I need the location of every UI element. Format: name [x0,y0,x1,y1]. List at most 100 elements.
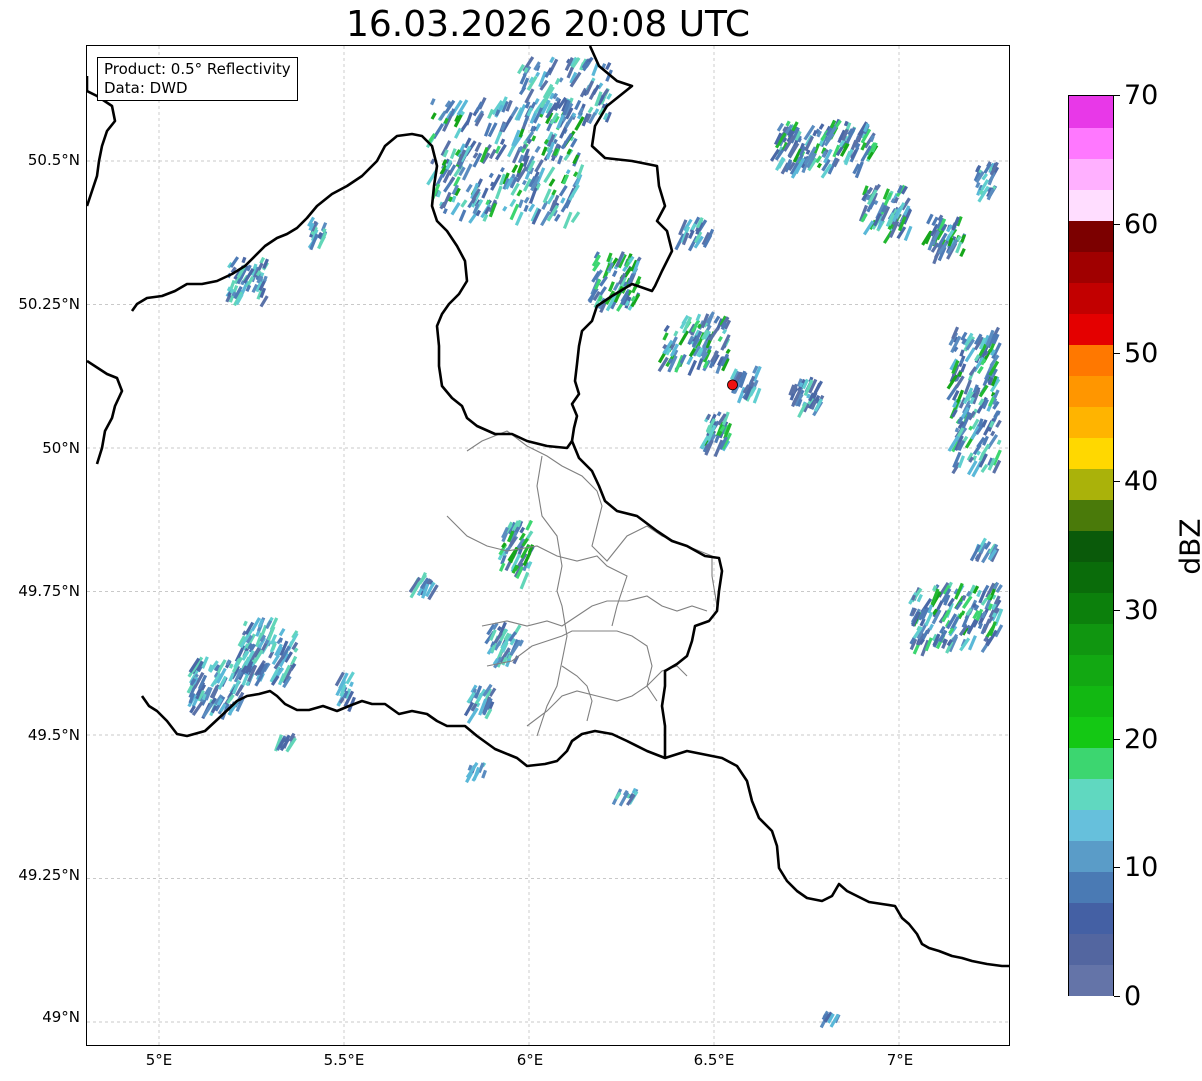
colorbar-segment [1069,933,1113,965]
radar-site-marker[interactable] [727,379,738,391]
country-borders [87,46,1009,968]
echo-cell [502,205,508,212]
lat-label: 49.75°N [18,582,80,600]
echo-cell [725,348,731,355]
colorbar-segment [1069,747,1113,779]
colorbar-segment [1069,158,1113,190]
echo-cell [614,791,622,800]
colorbar [1068,95,1114,996]
echo-cell [517,199,524,209]
echo-cell [262,275,268,282]
echo-cell [960,234,967,243]
colorbar-segment [1069,251,1113,283]
colorbar-segment [1069,964,1113,996]
district-border [536,455,568,737]
colorbar-segment [1069,654,1113,686]
echo-cell [494,185,503,200]
echo-cell [717,336,723,343]
colorbar-tick-mark [1114,739,1120,740]
echo-cell [995,419,1002,428]
colorbar-segment [1069,592,1113,624]
echo-cell [278,628,286,637]
echo-cell [259,256,266,265]
district-border [446,515,628,627]
lon-label: 5°E [145,1051,173,1069]
echo-cell [548,178,556,187]
colorbar-segment [1069,716,1113,748]
colorbar-segment [1069,840,1113,872]
map-title: 16.03.2026 20:08 UTC [345,4,751,45]
echo-cell [481,769,488,779]
colorbar-tick-mark [1114,610,1120,611]
colorbar-tick: 30 [1124,595,1159,626]
echo-cell [465,183,473,193]
lon-label: 7°E [886,1051,914,1069]
colorbar-segment [1069,623,1113,655]
echo-cell [611,270,618,278]
echo-cell [587,106,594,114]
echo-cell [442,208,448,215]
colorbar-segment [1069,375,1113,407]
district-border [481,595,708,627]
echo-cell [816,162,822,169]
echo-cell [686,355,694,366]
echo-cell [696,358,704,371]
france-belgium-border [87,359,124,465]
echo-cell [959,248,966,258]
echo-cell [241,256,247,264]
echo-cell [461,163,473,181]
colorbar-segment [1069,344,1113,376]
echo-cell [229,256,240,269]
echo-cell [673,330,679,337]
echo-cell [459,119,470,133]
lon-label: 6.5°E [693,1051,735,1069]
echo-cell [716,411,722,417]
echo-cell [967,635,977,651]
echo-cell [498,562,506,572]
radar-site-layer [727,379,738,391]
colorbar-segment [1069,127,1113,159]
echo-cell [978,384,989,398]
colorbar-segment [1069,685,1113,717]
echo-cell [663,324,670,333]
echo-cell [688,229,695,240]
colorbar-segment [1069,468,1113,500]
echo-cell [720,334,731,351]
echo-cell [516,189,523,197]
echo-cell [662,332,669,341]
france-germany-border [664,749,1009,968]
echo-cell [454,127,462,139]
echo-cell [458,209,467,222]
echo-cell [959,349,965,357]
colorbar-segment [1069,902,1113,934]
colorbar-tick: 60 [1124,209,1159,240]
lat-label: 49°N [42,1008,80,1026]
lat-label: 50.25°N [18,295,80,313]
colorbar-tick-mark [1114,353,1120,354]
echo-cell [481,187,489,199]
echo-cell [558,185,568,197]
district-border [466,430,718,607]
colorbar-tick: 70 [1124,80,1159,111]
echo-cell [509,198,517,208]
luxembourg-border [140,440,724,768]
echo-cell [474,141,482,153]
lat-label: 50.5°N [27,151,80,169]
echo-cell [242,620,248,627]
colorbar-tick-mark [1114,224,1120,225]
germany-belgium-border [570,46,674,442]
colorbar-tick-mark [1114,481,1120,482]
echo-cell [577,107,584,116]
colorbar-segment [1069,809,1113,841]
echo-cell [562,211,573,230]
colorbar-tick-mark [1114,996,1120,997]
lon-label: 6°E [516,1051,544,1069]
colorbar-tick: 20 [1124,724,1159,755]
colorbar-tick: 40 [1124,466,1159,497]
echo-cell [499,166,505,173]
colorbar-segment [1069,871,1113,903]
radar-map[interactable] [86,45,1010,1046]
colorbar-tick-mark [1114,95,1120,96]
echo-cell [430,98,436,106]
echo-cell [534,145,541,153]
